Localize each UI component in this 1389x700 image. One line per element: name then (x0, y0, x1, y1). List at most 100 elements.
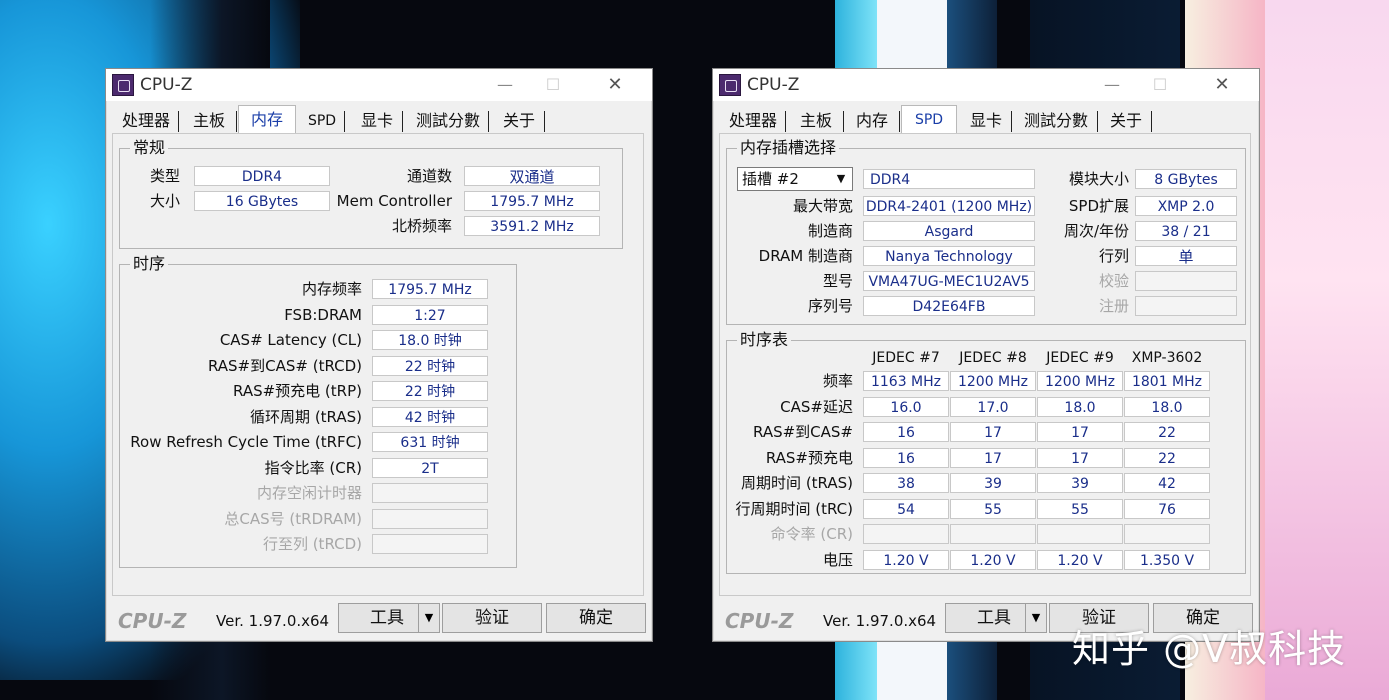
timing-table-title: 时序表 (737, 330, 792, 350)
timing-cell: 17 (950, 447, 1036, 468)
timing-cell: 17 (1037, 447, 1123, 468)
timing-value (372, 483, 488, 503)
registered-value (1135, 296, 1237, 316)
timing-cell: 16 (863, 422, 949, 442)
mem-controller-label: Mem Controller (336, 192, 452, 210)
timing-cell: 17 (950, 422, 1036, 442)
part-number-label: 型号 (822, 272, 853, 290)
tab-mainboard[interactable]: 主板 (184, 109, 237, 133)
week-year-label: 周次/年份 (1063, 222, 1129, 240)
version-label: Ver. 1.97.0.x64 (823, 612, 937, 630)
module-type-value: DDR4 (863, 169, 1035, 189)
chevron-down-icon[interactable]: ▼ (832, 170, 850, 188)
part-number-value: VMA47UG-MEC1U2AV5 (863, 271, 1035, 291)
module-size-label: 模块大小 (1068, 170, 1129, 188)
timing-column-header: JEDEC #9 (1046, 350, 1114, 366)
timing-row-label: CAS#延迟 (780, 397, 853, 416)
tab-spd[interactable]: SPD (901, 105, 957, 135)
week-year-value: 38 / 21 (1135, 221, 1237, 241)
serial-value: D42E64FB (863, 296, 1035, 316)
timing-cell: 1.350 V (1124, 549, 1210, 570)
ok-button[interactable]: 确定 (546, 603, 646, 633)
timing-cell (1124, 524, 1210, 544)
timing-cell (1037, 524, 1123, 544)
timing-cell: 1200 MHz (1037, 371, 1123, 391)
mem-controller-value: 1795.7 MHz (464, 191, 600, 211)
tab-processor[interactable]: 处理器 (116, 109, 179, 133)
channels-value: 双通道 (464, 166, 600, 186)
timing-label: 行至列 (tRCD) (262, 535, 362, 553)
max-bandwidth-value: DDR4-2401 (1200 MHz) (863, 196, 1035, 216)
tab-memory[interactable]: 内存 (238, 105, 296, 135)
tab-memory[interactable]: 内存 (847, 109, 900, 133)
timing-label: 指令比率 (CR) (264, 458, 362, 477)
timing-cell: 1163 MHz (863, 371, 949, 391)
timing-cell: 17 (1037, 422, 1123, 442)
cpuz-window-spd[interactable]: CPU-Z — ☐ ✕ 处理器 主板 内存 SPD 显卡 测試分數 关于 内存插… (712, 68, 1260, 642)
timing-row-label: RAS#到CAS# (753, 423, 853, 441)
northbridge-value: 3591.2 MHz (464, 216, 600, 236)
tab-spd[interactable]: SPD (302, 109, 345, 133)
timing-value: 18.0 时钟 (372, 330, 488, 350)
timing-cell: 1.20 V (863, 549, 949, 570)
timing-value (372, 508, 488, 529)
timing-cell: 1801 MHz (1124, 371, 1210, 391)
timing-value: 2T (372, 457, 488, 478)
tab-graphics[interactable]: 显卡 (963, 109, 1012, 133)
rank-label: 行列 (1098, 247, 1129, 265)
tab-about[interactable]: 关于 (496, 109, 545, 133)
tools-dropdown-icon[interactable]: ▼ (1025, 603, 1047, 633)
memory-panel: 常规 类型 DDR4 大小 16 GBytes 通道数 双通道 Mem Cont… (112, 133, 644, 596)
timing-row-label: 行周期时间 (tRC) (735, 499, 853, 518)
tab-bench[interactable]: 测試分數 (1017, 109, 1098, 133)
tab-graphics[interactable]: 显卡 (354, 109, 403, 133)
minimize-icon[interactable]: — (1095, 72, 1129, 98)
title-bar[interactable]: CPU-Z — ☐ ✕ (713, 69, 1259, 101)
channels-label: 通道数 (406, 167, 452, 185)
timing-cell: 1200 MHz (950, 371, 1036, 391)
minimize-icon[interactable]: — (488, 72, 522, 98)
timing-column-header: JEDEC #8 (959, 350, 1027, 366)
dram-maker-label: DRAM 制造商 (758, 247, 853, 265)
tools-dropdown-icon[interactable]: ▼ (418, 603, 440, 633)
timing-cell: 16 (863, 447, 949, 468)
timing-row-label: 电压 (822, 550, 853, 569)
timing-cell: 18.0 (1037, 396, 1123, 417)
timing-cell: 76 (1124, 498, 1210, 519)
timing-label: RAS#预充电 (tRP) (233, 382, 362, 400)
slot-select[interactable]: 插槽 #2 ▼ (737, 167, 853, 191)
timing-label: Row Refresh Cycle Time (tRFC) (130, 433, 362, 451)
maximize-icon[interactable]: ☐ (1143, 72, 1177, 98)
cpuz-app-icon (112, 74, 134, 96)
validate-button[interactable]: 验证 (442, 603, 542, 633)
timing-label: FSB:DRAM (284, 305, 362, 324)
rank-value: 单 (1135, 246, 1237, 266)
registered-label: 注册 (1098, 297, 1129, 315)
max-bandwidth-label: 最大带宽 (792, 197, 853, 215)
spd-ext-label: SPD扩展 (1068, 197, 1129, 215)
correction-label: 校验 (1098, 272, 1129, 290)
manufacturer-label: 制造商 (807, 222, 853, 240)
timing-cell (950, 524, 1036, 544)
spd-panel: 内存插槽选择 插槽 #2 ▼ DDR4 模块大小 8 GBytes 最大带宽 D… (719, 133, 1251, 596)
tab-processor[interactable]: 处理器 (723, 109, 786, 133)
size-value: 16 GBytes (194, 191, 330, 211)
timing-value: 631 时钟 (372, 432, 488, 452)
timing-cell: 38 (863, 473, 949, 493)
maximize-icon[interactable]: ☐ (536, 72, 570, 98)
timing-label: RAS#到CAS# (tRCD) (207, 356, 362, 375)
close-icon[interactable]: ✕ (598, 72, 632, 98)
timing-group-title: 时序 (130, 254, 169, 274)
title-bar[interactable]: CPU-Z — ☐ ✕ (106, 69, 652, 101)
tab-mainboard[interactable]: 主板 (791, 109, 844, 133)
watermark: 知乎 @V叔科技 (1072, 627, 1347, 671)
timing-column-header: XMP-3602 (1131, 350, 1203, 366)
general-group-title: 常规 (130, 138, 169, 158)
close-icon[interactable]: ✕ (1205, 72, 1239, 98)
tab-bench[interactable]: 测試分數 (410, 109, 489, 133)
cpuz-window-memory[interactable]: CPU-Z — ☐ ✕ 处理器 主板 内存 SPD 显卡 测試分數 关于 常规 … (105, 68, 653, 642)
timing-label: 内存频率 (301, 280, 362, 298)
tab-about[interactable]: 关于 (1103, 109, 1152, 133)
version-label: Ver. 1.97.0.x64 (216, 612, 330, 630)
timing-row-label: 命令率 (CR) (770, 525, 853, 543)
